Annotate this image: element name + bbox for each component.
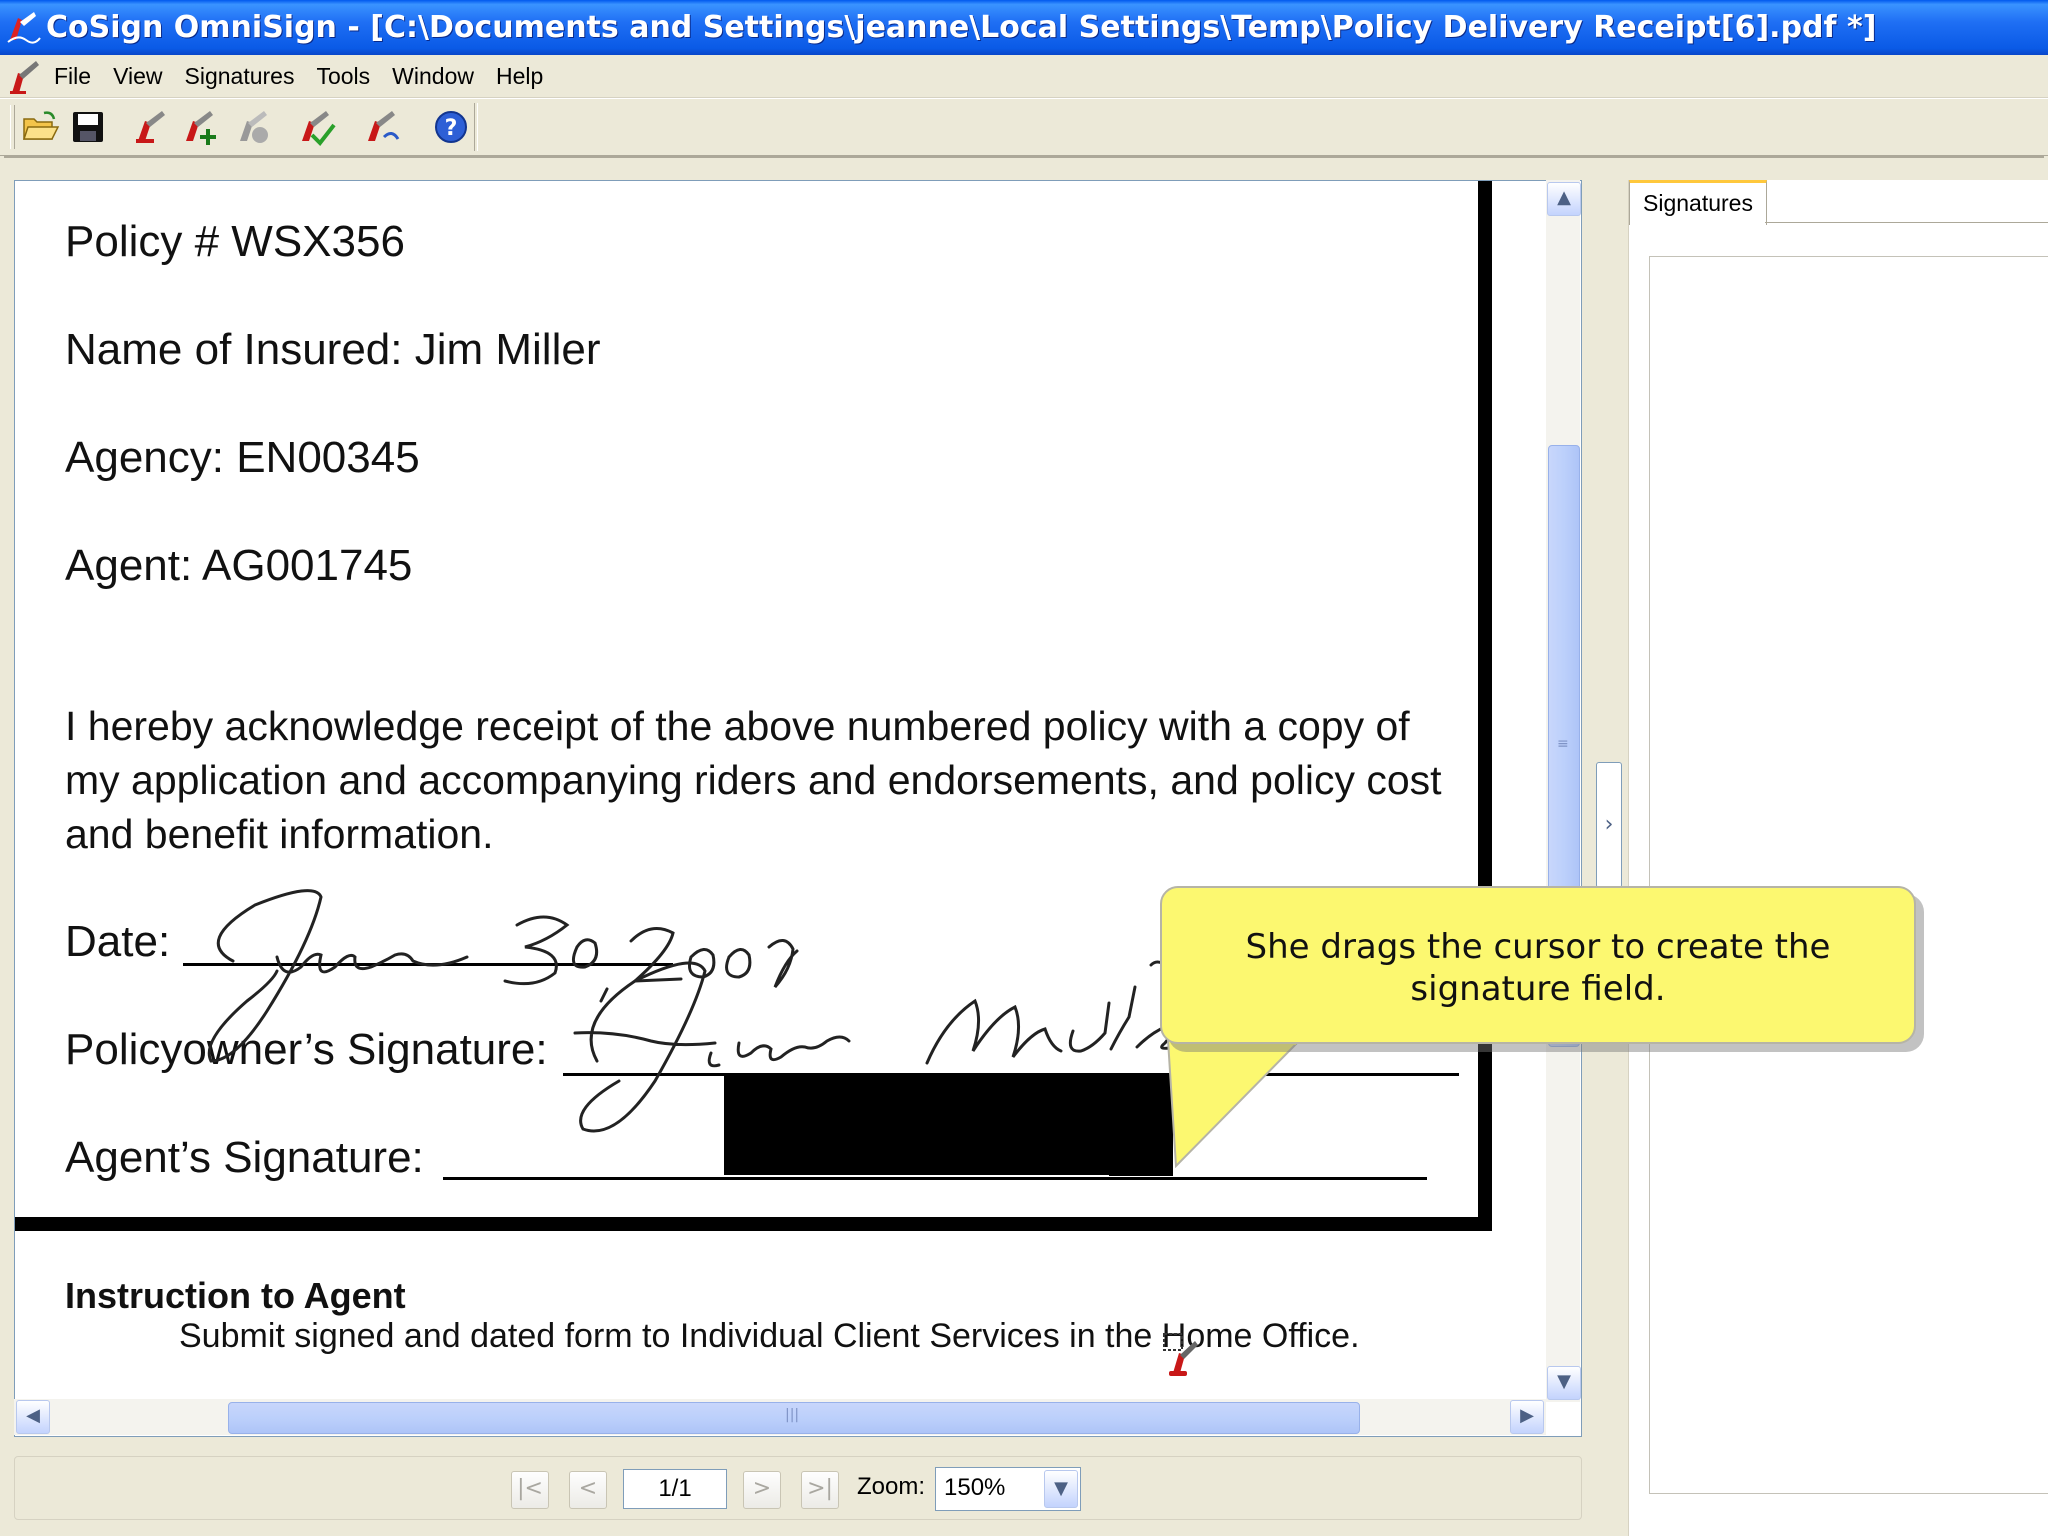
page-navigation-bar: |< < 1/1 > >| Zoom: 150% ▼ <box>14 1456 1582 1520</box>
clear-signature-button[interactable] <box>232 107 272 147</box>
menu-tools[interactable]: Tools <box>316 55 383 97</box>
save-button[interactable] <box>68 107 108 147</box>
pdf-page[interactable]: Policy # WSX356 Name of Insured: Jim Mil… <box>15 181 1550 1401</box>
next-page-button[interactable]: > <box>743 1471 781 1509</box>
chevron-down-icon[interactable]: ▼ <box>1044 1470 1078 1508</box>
first-page-button[interactable]: |< <box>511 1471 549 1509</box>
window-title: CoSign OmniSign - [C:\Documents and Sett… <box>46 10 1877 45</box>
signature-properties-button[interactable] <box>362 107 402 147</box>
panel-toggle-button[interactable]: › <box>1596 762 1622 888</box>
menu-bar: File View Signatures Tools Window Help <box>0 55 2048 98</box>
date-label: Date: <box>65 917 171 966</box>
horizontal-scrollbar[interactable]: ◀ ||| ▶ <box>14 1399 1546 1435</box>
open-button[interactable] <box>20 107 60 147</box>
pen-cursor-icon <box>1163 1333 1198 1376</box>
verify-signature-icon <box>302 111 336 147</box>
clear-signature-icon <box>240 111 268 143</box>
toolbar: ? <box>0 98 2048 156</box>
agent-signature-line <box>443 1177 1427 1180</box>
zoom-label: Zoom: <box>857 1473 926 1500</box>
thumb-grip: ||| <box>785 1407 800 1423</box>
tab-divider <box>1765 222 2048 223</box>
sign-button[interactable] <box>130 107 170 147</box>
cosign-app-icon <box>7 12 41 44</box>
callout-text: She drags the cursor to create the signa… <box>1245 927 1831 1009</box>
signature-field-edge <box>724 1175 1109 1177</box>
zoom-value: 150% <box>944 1474 1006 1501</box>
menu-help[interactable]: Help <box>496 55 556 97</box>
page-number-field[interactable]: 1/1 <box>623 1469 727 1509</box>
signature-properties-icon <box>368 111 400 141</box>
svg-text:?: ? <box>445 116 458 141</box>
tab-signatures[interactable]: Signatures <box>1629 180 1767 225</box>
menu-file[interactable]: File <box>54 55 104 97</box>
agency-code: Agency: EN00345 <box>65 433 420 482</box>
scroll-left-button[interactable]: ◀ <box>16 1400 50 1434</box>
policyowner-signature-label: Policyowner’s Signature: <box>65 1025 548 1074</box>
help-button[interactable]: ? <box>431 107 471 147</box>
menu-signatures[interactable]: Signatures <box>185 55 308 97</box>
horizontal-scroll-thumb[interactable]: ||| <box>228 1402 1360 1434</box>
open-icon <box>22 111 60 140</box>
menu-window[interactable]: Window <box>392 55 487 97</box>
vertical-scrollbar[interactable]: ▲ ≡ ▼ <box>1546 180 1581 1402</box>
page-border-right <box>1478 181 1492 1231</box>
new-signature-field[interactable] <box>724 1074 1173 1176</box>
page-border-bottom <box>15 1217 1492 1231</box>
sign-icon <box>136 111 165 143</box>
document-viewer[interactable]: Policy # WSX356 Name of Insured: Jim Mil… <box>14 180 1582 1437</box>
chevron-right-icon: › <box>1604 812 1614 837</box>
signatures-list[interactable] <box>1649 256 2048 1494</box>
insured-name: Name of Insured: Jim Miller <box>65 325 601 374</box>
scroll-up-button[interactable]: ▲ <box>1547 182 1581 216</box>
toolbar-grip[interactable] <box>10 105 15 149</box>
add-field-button[interactable] <box>180 107 220 147</box>
title-bar[interactable]: CoSign OmniSign - [C:\Documents and Sett… <box>0 0 2048 55</box>
signatures-panel: Signatures <box>1628 180 2048 1536</box>
last-page-button[interactable]: >| <box>801 1471 839 1509</box>
thumb-grip: ≡ <box>1557 736 1569 752</box>
save-icon <box>73 112 103 142</box>
policy-number: Policy # WSX356 <box>65 217 405 266</box>
scroll-right-button[interactable]: ▶ <box>1510 1400 1544 1434</box>
previous-page-button[interactable]: < <box>569 1471 607 1509</box>
agent-code: Agent: AG001745 <box>65 541 413 590</box>
add-signature-field-icon <box>186 111 216 145</box>
callout-pointer <box>1166 1039 1303 1168</box>
menu-view[interactable]: View <box>113 55 175 97</box>
verify-button[interactable] <box>296 107 336 147</box>
scroll-down-button[interactable]: ▼ <box>1547 1366 1581 1400</box>
instruction-title: Instruction to Agent <box>65 1275 406 1316</box>
acknowledgement-text: I hereby acknowledge receipt of the abov… <box>65 703 1442 857</box>
toolbar-separator <box>474 103 478 151</box>
help-icon: ? <box>435 111 467 143</box>
date-line <box>183 963 673 966</box>
tutorial-callout: She drags the cursor to create the signa… <box>1160 886 1916 1044</box>
agent-signature-label: Agent’s Signature: <box>65 1133 424 1182</box>
zoom-dropdown[interactable]: 150% ▼ <box>935 1467 1081 1511</box>
document-pen-icon[interactable] <box>8 59 42 95</box>
